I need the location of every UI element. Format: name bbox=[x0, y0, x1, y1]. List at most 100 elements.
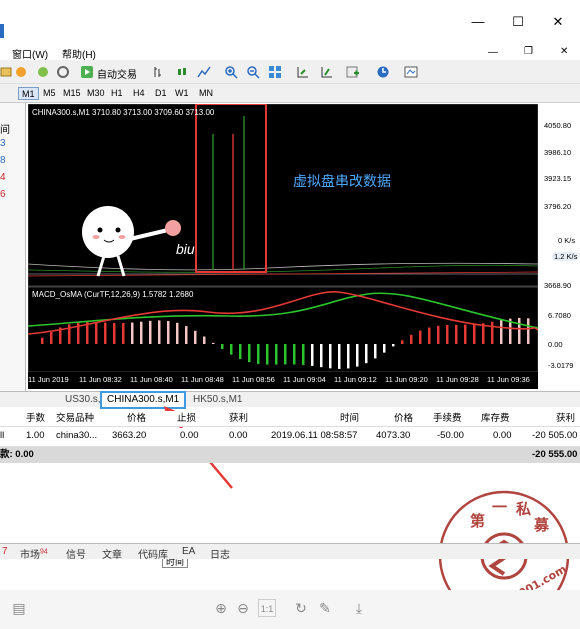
macd-bar bbox=[104, 322, 107, 344]
time-tick: 11 Jun 2019 bbox=[28, 375, 69, 384]
macd-bar bbox=[365, 344, 368, 364]
chart-shift-icon[interactable] bbox=[320, 65, 334, 79]
col-tp[interactable]: 获利 bbox=[229, 411, 248, 427]
market-watch-item[interactable]: 4 bbox=[0, 172, 6, 183]
col-price[interactable]: 价格 bbox=[127, 411, 146, 427]
timeframe-m15[interactable]: M15 bbox=[60, 87, 84, 100]
autotrade-label[interactable]: 自动交易 bbox=[97, 66, 137, 81]
timeframe-h4[interactable]: H4 bbox=[130, 87, 148, 100]
col-profit[interactable]: 获利 bbox=[556, 411, 575, 427]
volume-label: 0 K/s bbox=[558, 236, 576, 245]
sticker-text: biu bbox=[176, 241, 195, 257]
timeframe-mn[interactable]: MN bbox=[196, 87, 216, 100]
col-time[interactable]: 时间 bbox=[340, 411, 359, 427]
market-watch-item[interactable]: 3 bbox=[0, 138, 6, 149]
zoom-in-icon[interactable]: ⊕ bbox=[212, 599, 230, 617]
macd-bar bbox=[347, 344, 350, 369]
macd-bar bbox=[491, 321, 494, 344]
timeframe-d1[interactable]: D1 bbox=[152, 87, 170, 100]
rotate-icon[interactable]: ↻ bbox=[292, 599, 310, 617]
macd-bar bbox=[437, 325, 440, 344]
indicator-header: MACD_OsMA (CurTF,12,26,9) 1.5782 1.2680 bbox=[32, 290, 194, 299]
tab-codebase[interactable]: 代码库 bbox=[138, 546, 168, 561]
timeframe-h1[interactable]: H1 bbox=[108, 87, 126, 100]
svg-text:一: 一 bbox=[492, 498, 507, 516]
close-button[interactable]: ✕ bbox=[550, 14, 566, 30]
menu-help[interactable]: 帮助(H) bbox=[62, 46, 96, 61]
mdi-minimize-button[interactable]: — bbox=[488, 47, 498, 58]
macd-bar bbox=[473, 324, 476, 344]
order-icon[interactable] bbox=[0, 65, 14, 79]
thumbnail-icon[interactable]: ▤ bbox=[10, 599, 28, 617]
chart-window[interactable]: biu CHINA300.s,M1 3710.80 3713.00 3709.6… bbox=[27, 103, 552, 389]
mdi-close-button[interactable]: ✕ bbox=[560, 46, 568, 57]
svg-text:私: 私 bbox=[515, 500, 531, 518]
autoscroll-icon[interactable] bbox=[296, 65, 310, 79]
timeframe-m1[interactable]: M1 bbox=[18, 87, 39, 100]
templates-icon[interactable] bbox=[404, 65, 418, 79]
mdi-restore-button[interactable]: ❐ bbox=[524, 46, 533, 57]
menu-bar: 窗口(W) 帮助(H) — ❐ ✕ bbox=[0, 44, 580, 61]
time-tick: 11 Jun 08:48 bbox=[181, 375, 224, 384]
tab-ea[interactable]: EA bbox=[182, 546, 195, 557]
macd-bar bbox=[311, 344, 314, 366]
col-lots[interactable]: 手数 bbox=[26, 411, 45, 427]
macd-tick: -3.0179 bbox=[548, 361, 574, 370]
navigator-icon[interactable] bbox=[14, 65, 28, 79]
macd-bar bbox=[248, 344, 251, 363]
macd-bar bbox=[455, 324, 458, 344]
chart-annotation: 虚拟盘串改数据 bbox=[293, 173, 391, 189]
macd-bar bbox=[131, 322, 134, 344]
timeframe-bar: M1 M5 M15 M30 H1 H4 D1 W1 MN bbox=[0, 84, 580, 103]
timeframe-m30[interactable]: M30 bbox=[84, 87, 108, 100]
macd-bar bbox=[122, 323, 125, 344]
indicators-icon[interactable] bbox=[346, 65, 360, 79]
market-watch-item[interactable]: 6 bbox=[0, 189, 6, 200]
col-sl[interactable]: 止损 bbox=[177, 411, 196, 427]
tab-market[interactable]: 市场94 bbox=[20, 546, 48, 561]
macd-bar bbox=[320, 344, 323, 368]
minimize-button[interactable]: — bbox=[470, 14, 486, 30]
timeframe-w1[interactable]: W1 bbox=[172, 87, 192, 100]
candlestick-icon[interactable] bbox=[175, 65, 189, 79]
table-row[interactable]: ll 1.00 china30... 3663.20 0.00 0.00 201… bbox=[0, 428, 580, 447]
market-watch-item[interactable]: 间 bbox=[0, 121, 10, 136]
zoom-out-icon[interactable] bbox=[246, 65, 260, 79]
macd-bar bbox=[518, 317, 521, 344]
time-tick: 11 Jun 08:40 bbox=[130, 375, 173, 384]
download-icon[interactable]: ⤓ bbox=[350, 599, 368, 617]
app-icon bbox=[0, 24, 4, 38]
macd-bar bbox=[302, 344, 305, 365]
col-price2[interactable]: 价格 bbox=[394, 411, 413, 427]
periods-icon[interactable] bbox=[376, 65, 390, 79]
col-commission[interactable]: 手续费 bbox=[433, 411, 462, 427]
tab-journal[interactable]: 日志 bbox=[210, 546, 230, 561]
tab-articles[interactable]: 文章 bbox=[102, 546, 122, 561]
macd-bar bbox=[194, 330, 197, 344]
col-swap[interactable]: 库存费 bbox=[481, 411, 510, 427]
balance-row: 款: 0.00 -20 555.00 bbox=[0, 447, 580, 463]
bar-chart-icon[interactable] bbox=[152, 65, 166, 79]
edit-icon[interactable]: ✎ bbox=[316, 599, 334, 617]
data-window-icon[interactable] bbox=[36, 65, 50, 79]
col-symbol[interactable]: 交易品种 bbox=[56, 411, 94, 427]
maximize-button[interactable]: ☐ bbox=[510, 14, 526, 30]
market-watch-item[interactable]: 8 bbox=[0, 155, 6, 166]
zoom-out-icon[interactable]: ⊖ bbox=[234, 599, 252, 617]
time-axis: 11 Jun 2019 11 Jun 08:32 11 Jun 08:40 11 Ju… bbox=[28, 375, 538, 387]
line-chart-icon[interactable] bbox=[197, 65, 211, 79]
tile-windows-icon[interactable] bbox=[268, 65, 282, 79]
macd-bar bbox=[140, 321, 143, 344]
zoom-in-icon[interactable] bbox=[224, 65, 238, 79]
tab-signals[interactable]: 信号 bbox=[66, 546, 86, 561]
signal-icon[interactable] bbox=[56, 65, 70, 79]
macd-bar bbox=[401, 340, 404, 344]
macd-bar bbox=[158, 320, 161, 344]
autotrade-icon[interactable] bbox=[80, 65, 94, 79]
price-chart[interactable]: biu CHINA300.s,M1 3710.80 3713.00 3709.6… bbox=[27, 103, 552, 389]
actual-size-icon[interactable]: 1:1 bbox=[258, 599, 276, 617]
macd-bar bbox=[284, 344, 287, 365]
macd-bar bbox=[419, 330, 422, 344]
timeframe-m5[interactable]: M5 bbox=[40, 87, 59, 100]
menu-window[interactable]: 窗口(W) bbox=[12, 46, 48, 61]
